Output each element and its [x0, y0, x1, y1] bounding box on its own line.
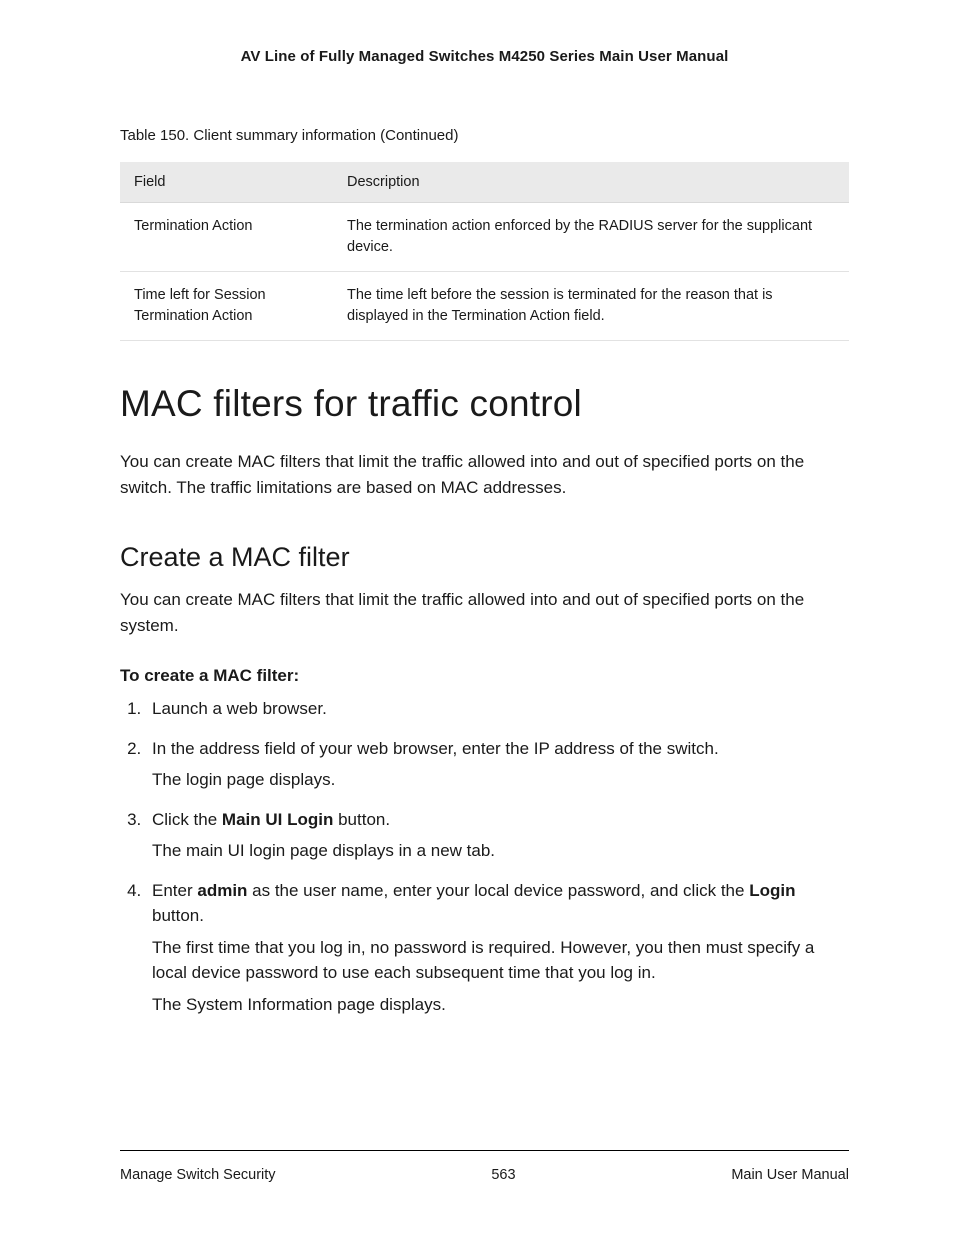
step-text-post: button. [333, 810, 390, 829]
footer-page-number: 563 [491, 1167, 515, 1183]
client-summary-table: Field Description Termination Action The… [120, 162, 849, 341]
step-text-pre: Click the [152, 810, 222, 829]
footer-left: Manage Switch Security [120, 1167, 276, 1183]
step-text-mid: as the user name, enter your local devic… [247, 881, 749, 900]
step-note: The login page displays. [152, 767, 849, 793]
section-heading: MAC filters for traffic control [120, 383, 849, 425]
col-field: Field [120, 162, 333, 203]
col-description: Description [333, 162, 849, 203]
table-header-row: Field Description [120, 162, 849, 203]
step-3: Click the Main UI Login button. The main… [146, 807, 849, 864]
step-bold: admin [197, 881, 247, 900]
cell-field: Time left for Session Termination Action [120, 272, 333, 341]
document-page: AV Line of Fully Managed Switches M4250 … [0, 0, 954, 1235]
table-row: Time left for Session Termination Action… [120, 272, 849, 341]
step-note: The first time that you log in, no passw… [152, 935, 849, 986]
page-footer: Manage Switch Security 563 Main User Man… [120, 1150, 849, 1183]
section-intro: You can create MAC filters that limit th… [120, 449, 849, 500]
footer-rule [120, 1150, 849, 1151]
step-text: Launch a web browser. [152, 699, 327, 718]
step-text: In the address field of your web browser… [152, 739, 719, 758]
cell-field: Termination Action [120, 203, 333, 272]
table-row: Termination Action The termination actio… [120, 203, 849, 272]
page-header: AV Line of Fully Managed Switches M4250 … [120, 48, 849, 65]
step-bold: Main UI Login [222, 810, 333, 829]
step-4: Enter admin as the user name, enter your… [146, 878, 849, 1018]
step-2: In the address field of your web browser… [146, 736, 849, 793]
subsection-heading: Create a MAC filter [120, 542, 849, 573]
procedure-title: To create a MAC filter: [120, 666, 849, 686]
cell-description: The termination action enforced by the R… [333, 203, 849, 272]
step-1: Launch a web browser. [146, 696, 849, 722]
table-caption: Table 150. Client summary information (C… [120, 127, 849, 144]
cell-description: The time left before the session is term… [333, 272, 849, 341]
footer-right: Main User Manual [731, 1167, 849, 1183]
step-text-post: button. [152, 906, 204, 925]
step-note: The main UI login page displays in a new… [152, 838, 849, 864]
step-note: The System Information page displays. [152, 992, 849, 1018]
subsection-intro: You can create MAC filters that limit th… [120, 587, 849, 638]
step-text-pre: Enter [152, 881, 197, 900]
footer-row: Manage Switch Security 563 Main User Man… [120, 1167, 849, 1183]
step-bold: Login [749, 881, 795, 900]
procedure-steps: Launch a web browser. In the address fie… [120, 696, 849, 1031]
